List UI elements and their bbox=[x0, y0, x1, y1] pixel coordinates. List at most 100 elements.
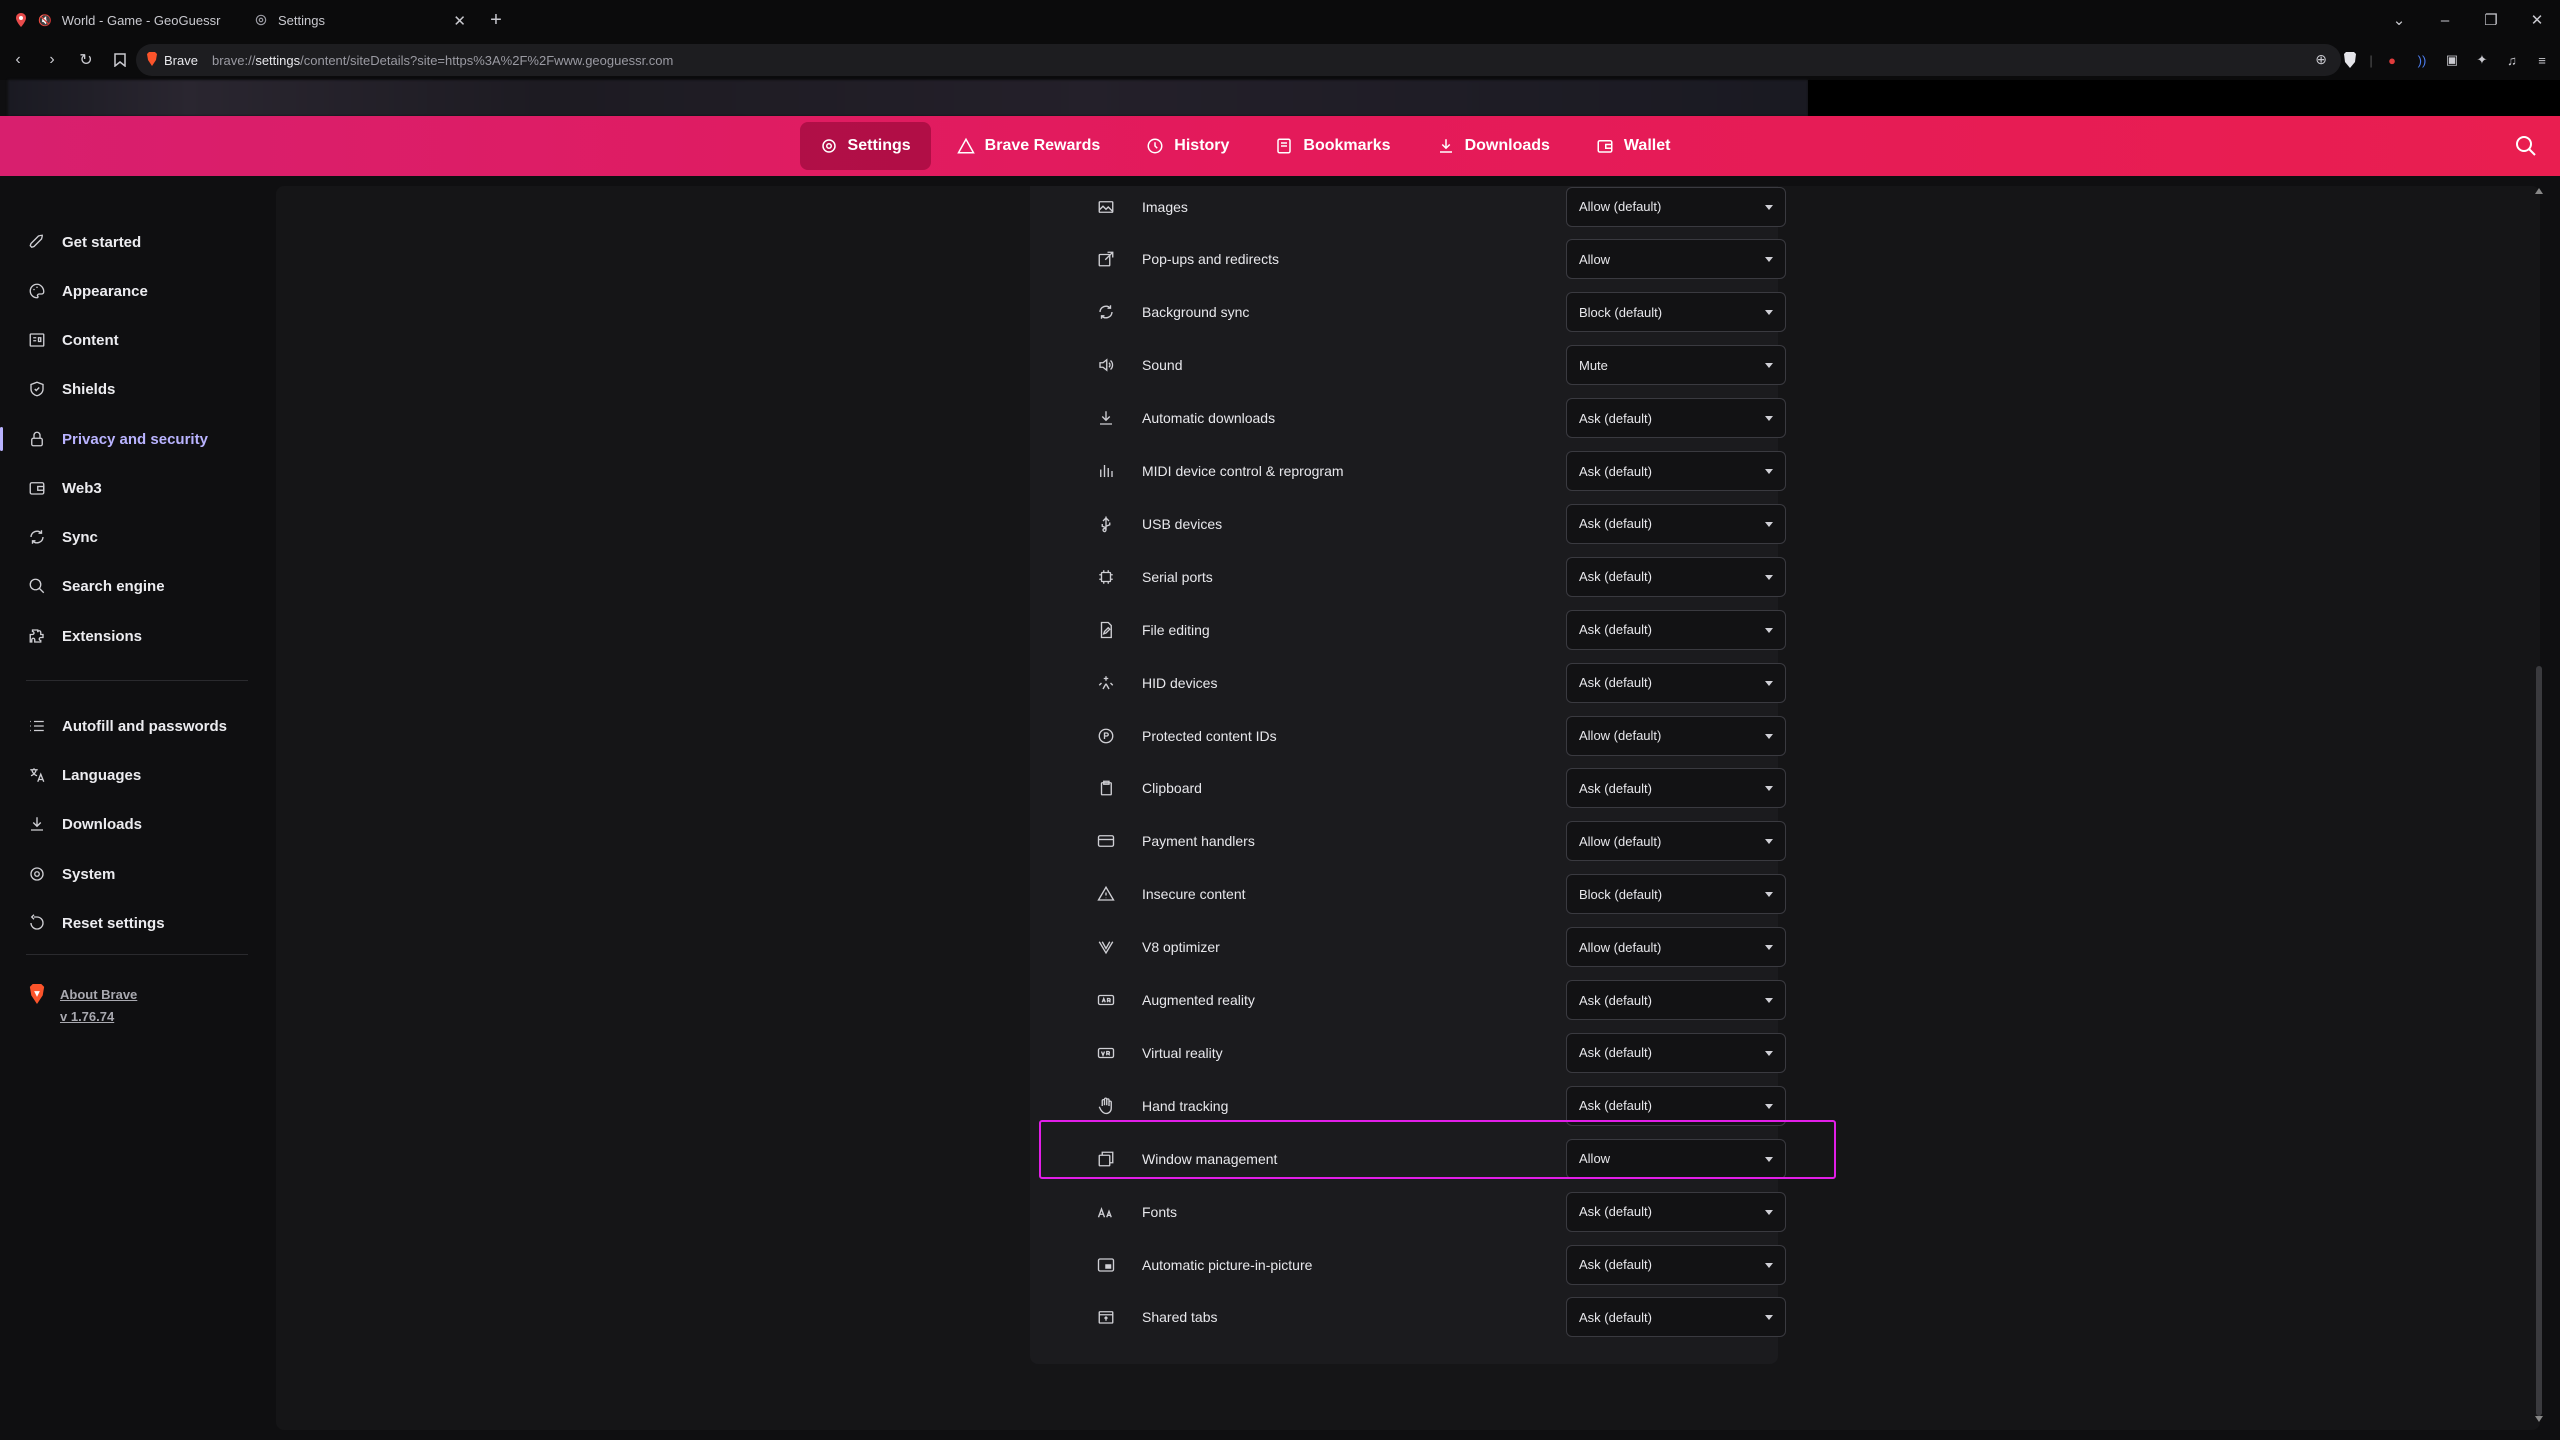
bookmark-page-icon[interactable] bbox=[104, 44, 136, 76]
permission-select[interactable]: Allow (default) bbox=[1566, 186, 1786, 227]
header-history[interactable]: History bbox=[1126, 122, 1249, 170]
permission-row-automatic-picture-in-picture: Automatic picture-in-picture Ask (defaul… bbox=[1030, 1238, 1786, 1291]
forward-icon[interactable]: › bbox=[36, 44, 68, 76]
sidebar-item-system[interactable]: System bbox=[0, 854, 250, 894]
chevron-down-icon bbox=[1765, 1209, 1773, 1215]
sidebar-item-reset-settings[interactable]: Reset settings bbox=[0, 903, 250, 943]
media-icon[interactable]: ♫ bbox=[2502, 50, 2522, 70]
sidebar-item-languages[interactable]: Languages bbox=[0, 755, 250, 795]
tab-search-icon[interactable]: ⌄ bbox=[2376, 11, 2422, 29]
sidebar-item-label: Get started bbox=[62, 233, 142, 251]
permission-select[interactable]: Mute bbox=[1566, 345, 1786, 386]
permission-select[interactable]: Ask (default) bbox=[1566, 1297, 1786, 1338]
permission-select[interactable]: Ask (default) bbox=[1566, 1032, 1786, 1073]
permission-label: MIDI device control & reprogram bbox=[1142, 463, 1344, 479]
minimize-icon[interactable]: – bbox=[2422, 12, 2468, 29]
sidebar-item-appearance[interactable]: Appearance bbox=[0, 271, 250, 311]
puzzle-icon bbox=[29, 629, 44, 643]
rocket-icon bbox=[29, 234, 43, 249]
url-text[interactable]: brave://settings/content/siteDetails?sit… bbox=[212, 53, 673, 68]
permission-select[interactable]: Ask (default) bbox=[1566, 1244, 1786, 1285]
address-bar[interactable]: Brave brave://settings/content/siteDetai… bbox=[136, 44, 2341, 76]
tab-settings[interactable]: Settings ✕ bbox=[240, 0, 480, 40]
extensions-icon[interactable]: ✦ bbox=[2472, 50, 2492, 70]
rewards-icon[interactable]: ● bbox=[2382, 50, 2402, 70]
sidebar-item-autofill-and-passwords[interactable]: Autofill and passwords bbox=[0, 706, 250, 746]
about-brave[interactable]: About Brave v 1.76.74 bbox=[28, 984, 137, 1028]
sidebar-item-privacy-and-security[interactable]: Privacy and security bbox=[0, 419, 250, 459]
restore-icon[interactable]: ❐ bbox=[2468, 11, 2514, 29]
permission-select[interactable]: Ask (default) bbox=[1566, 398, 1786, 439]
permission-value: Allow bbox=[1579, 1151, 1611, 1167]
sidebar-item-search-engine[interactable]: Search engine bbox=[0, 566, 250, 606]
permission-row-protected-content-ids: Protected content IDs Allow (default) bbox=[1030, 709, 1786, 762]
permission-select[interactable]: Allow bbox=[1566, 1138, 1786, 1179]
sidebar-item-get-started[interactable]: Get started bbox=[0, 222, 250, 262]
sidebar-item-content[interactable]: Content bbox=[0, 320, 250, 360]
shield-icon bbox=[30, 381, 44, 397]
permission-select[interactable]: Ask (default) bbox=[1566, 609, 1786, 650]
permission-value: Allow (default) bbox=[1579, 199, 1662, 214]
vr-icon bbox=[1097, 1047, 1115, 1059]
permission-select[interactable]: Ask (default) bbox=[1566, 503, 1786, 544]
permission-select[interactable]: Allow (default) bbox=[1566, 715, 1786, 756]
close-window-icon[interactable]: ✕ bbox=[2514, 11, 2560, 29]
window-icon bbox=[1096, 1149, 1116, 1169]
permission-label: Automatic downloads bbox=[1142, 410, 1276, 427]
scroll-down-icon[interactable] bbox=[2535, 1416, 2543, 1422]
back-icon[interactable]: ‹ bbox=[2, 44, 34, 76]
wallet-icon[interactable]: ▣ bbox=[2442, 50, 2462, 70]
sidebar-item-extensions[interactable]: Extensions bbox=[0, 616, 250, 656]
sidebar-item-downloads[interactable]: Downloads bbox=[0, 804, 250, 844]
scrollbar-thumb[interactable] bbox=[2536, 666, 2542, 1416]
tab-geoguessr[interactable]: 🔇 World - Game - GeoGuessr bbox=[0, 0, 240, 40]
permission-row-usb-devices: USB devices Ask (default) bbox=[1030, 497, 1786, 550]
close-icon[interactable]: ✕ bbox=[453, 12, 466, 30]
permission-label: Sound bbox=[1142, 357, 1183, 374]
search-icon[interactable] bbox=[2514, 134, 2538, 158]
permission-select[interactable]: Ask (default) bbox=[1566, 1085, 1786, 1126]
chevron-down-icon bbox=[1765, 574, 1773, 580]
permission-label: V8 optimizer bbox=[1142, 939, 1220, 956]
permission-select[interactable]: Ask (default) bbox=[1566, 1191, 1786, 1232]
sidebar-item-shields[interactable]: Shields bbox=[0, 369, 250, 409]
permission-value: Allow (default) bbox=[1579, 939, 1662, 955]
permission-select[interactable]: Block (default) bbox=[1566, 874, 1786, 915]
header-settings[interactable]: Settings bbox=[799, 122, 931, 170]
pip-icon bbox=[1096, 1255, 1116, 1275]
permission-select[interactable]: Allow bbox=[1566, 239, 1786, 280]
sidebar-item-sync[interactable]: Sync bbox=[0, 517, 250, 557]
scrollbar[interactable] bbox=[2534, 186, 2544, 1430]
permission-select[interactable]: Ask (default) bbox=[1566, 768, 1786, 809]
header-wallet[interactable]: Wallet bbox=[1576, 122, 1691, 170]
speaker-icon bbox=[1099, 358, 1114, 372]
about-brave-link[interactable]: About Brave bbox=[60, 984, 137, 1006]
reload-icon[interactable]: ↻ bbox=[70, 44, 102, 76]
extensions-area: | ● )) ▣ ✦ ♫ ≡ bbox=[2340, 44, 2552, 76]
header-bookmarks[interactable]: Bookmarks bbox=[1255, 122, 1410, 170]
zoom-icon[interactable]: ⊕ bbox=[2315, 51, 2327, 68]
mute-icon[interactable]: 🔇 bbox=[38, 14, 52, 27]
ublock-icon[interactable]: )) bbox=[2412, 50, 2432, 70]
permission-select[interactable]: Ask (default) bbox=[1566, 662, 1786, 703]
permission-select[interactable]: Allow (default) bbox=[1566, 927, 1786, 968]
permission-select[interactable]: Ask (default) bbox=[1566, 556, 1786, 597]
permission-select[interactable]: Block (default) bbox=[1566, 292, 1786, 333]
scroll-up-icon[interactable] bbox=[2535, 188, 2543, 194]
new-tab-button[interactable]: + bbox=[480, 4, 512, 36]
permission-select[interactable]: Ask (default) bbox=[1566, 451, 1786, 491]
chevron-down-icon bbox=[1765, 839, 1773, 845]
permission-row-serial-ports: Serial ports Ask (default) bbox=[1030, 550, 1786, 603]
permission-select[interactable]: Allow (default) bbox=[1566, 821, 1786, 862]
header-downloads[interactable]: Downloads bbox=[1417, 122, 1570, 170]
sidebar-item-label: Extensions bbox=[62, 627, 143, 645]
sidebar-item-web3[interactable]: Web3 bbox=[0, 468, 250, 508]
menu-icon[interactable]: ≡ bbox=[2532, 50, 2552, 70]
clipboard-icon bbox=[1096, 778, 1116, 798]
header-brave-rewards[interactable]: Brave Rewards bbox=[937, 122, 1121, 170]
permission-select[interactable]: Ask (default) bbox=[1566, 980, 1786, 1020]
permission-value: Ask (default) bbox=[1579, 1257, 1652, 1272]
brave-shields-icon[interactable] bbox=[2340, 50, 2360, 70]
permission-value: Ask (default) bbox=[1579, 1309, 1652, 1325]
speaker-icon bbox=[1096, 355, 1116, 375]
